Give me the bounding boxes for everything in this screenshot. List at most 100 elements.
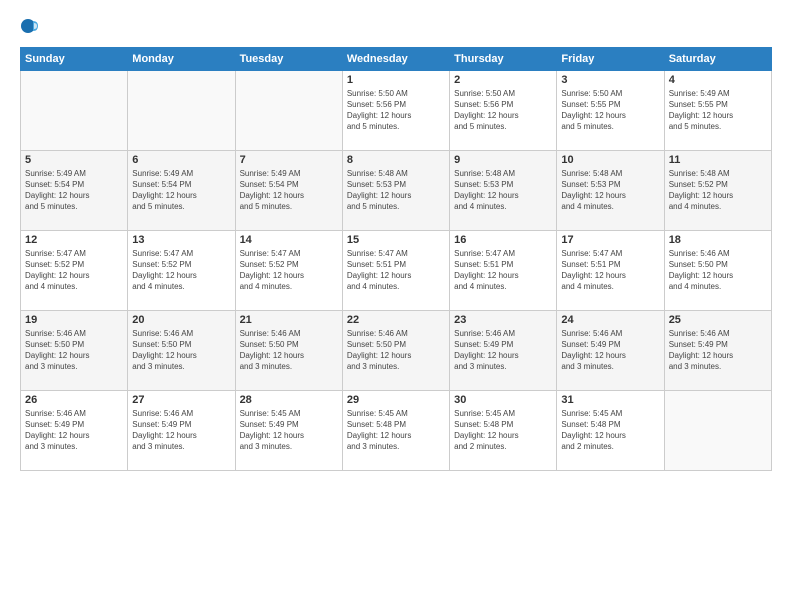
day-info: Sunrise: 5:48 AM Sunset: 5:52 PM Dayligh… (669, 168, 767, 213)
day-info: Sunrise: 5:46 AM Sunset: 5:50 PM Dayligh… (669, 248, 767, 293)
day-info: Sunrise: 5:46 AM Sunset: 5:50 PM Dayligh… (347, 328, 445, 373)
day-header-sunday: Sunday (21, 47, 128, 70)
calendar-cell: 28 Sunrise: 5:45 AM Sunset: 5:49 PM Dayli… (235, 390, 342, 470)
calendar-cell: 10 Sunrise: 5:48 AM Sunset: 5:53 PM Dayli… (557, 150, 664, 230)
calendar-cell: 29 Sunrise: 5:45 AM Sunset: 5:48 PM Dayli… (342, 390, 449, 470)
calendar-cell: 30 Sunrise: 5:45 AM Sunset: 5:48 PM Dayli… (450, 390, 557, 470)
header (20, 15, 772, 37)
day-info: Sunrise: 5:47 AM Sunset: 5:52 PM Dayligh… (25, 248, 123, 293)
day-info: Sunrise: 5:46 AM Sunset: 5:49 PM Dayligh… (25, 408, 123, 453)
calendar-cell: 4Sunrise: 5:49 AM Sunset: 5:55 PM Daylig… (664, 70, 771, 150)
day-info: Sunrise: 5:46 AM Sunset: 5:50 PM Dayligh… (25, 328, 123, 373)
calendar-cell: 5 Sunrise: 5:49 AM Sunset: 5:54 PM Daylig… (21, 150, 128, 230)
day-header-friday: Friday (557, 47, 664, 70)
day-info: Sunrise: 5:47 AM Sunset: 5:51 PM Dayligh… (347, 248, 445, 293)
calendar-cell: 12 Sunrise: 5:47 AM Sunset: 5:52 PM Dayli… (21, 230, 128, 310)
day-info: Sunrise: 5:46 AM Sunset: 5:49 PM Dayligh… (561, 328, 659, 373)
calendar-cell: 25 Sunrise: 5:46 AM Sunset: 5:49 PM Dayli… (664, 310, 771, 390)
day-info: Sunrise: 5:49 AM Sunset: 5:54 PM Dayligh… (132, 168, 230, 213)
day-number: 21 (240, 314, 338, 326)
day-info: Sunrise: 5:45 AM Sunset: 5:48 PM Dayligh… (347, 408, 445, 453)
calendar-cell: 22 Sunrise: 5:46 AM Sunset: 5:50 PM Dayli… (342, 310, 449, 390)
calendar-cell (235, 70, 342, 150)
logo-icon (20, 16, 40, 36)
day-info: Sunrise: 5:46 AM Sunset: 5:50 PM Dayligh… (132, 328, 230, 373)
calendar-cell: 9Sunrise: 5:48 AM Sunset: 5:53 PM Daylig… (450, 150, 557, 230)
day-info: Sunrise: 5:49 AM Sunset: 5:55 PM Dayligh… (669, 88, 767, 133)
calendar-cell: 20 Sunrise: 5:46 AM Sunset: 5:50 PM Dayli… (128, 310, 235, 390)
day-number: 23 (454, 314, 552, 326)
calendar-cell (21, 70, 128, 150)
week-row-4: 19 Sunrise: 5:46 AM Sunset: 5:50 PM Dayli… (21, 310, 772, 390)
day-number: 7 (240, 154, 338, 166)
day-number: 8 (347, 154, 445, 166)
calendar-cell: 16 Sunrise: 5:47 AM Sunset: 5:51 PM Dayli… (450, 230, 557, 310)
day-number: 17 (561, 234, 659, 246)
day-header-monday: Monday (128, 47, 235, 70)
calendar-cell: 15 Sunrise: 5:47 AM Sunset: 5:51 PM Dayli… (342, 230, 449, 310)
day-number: 6 (132, 154, 230, 166)
day-number: 10 (561, 154, 659, 166)
day-number: 13 (132, 234, 230, 246)
week-row-1: 1 Sunrise: 5:50 AM Sunset: 5:56 PM Daylig… (21, 70, 772, 150)
day-number: 26 (25, 394, 123, 406)
day-info: Sunrise: 5:46 AM Sunset: 5:49 PM Dayligh… (669, 328, 767, 373)
day-info: Sunrise: 5:48 AM Sunset: 5:53 PM Dayligh… (347, 168, 445, 213)
calendar-cell: 8 Sunrise: 5:48 AM Sunset: 5:53 PM Daylig… (342, 150, 449, 230)
day-info: Sunrise: 5:48 AM Sunset: 5:53 PM Dayligh… (561, 168, 659, 213)
calendar-cell: 24Sunrise: 5:46 AM Sunset: 5:49 PM Dayli… (557, 310, 664, 390)
day-number: 27 (132, 394, 230, 406)
calendar-cell: 27 Sunrise: 5:46 AM Sunset: 5:49 PM Dayli… (128, 390, 235, 470)
day-number: 22 (347, 314, 445, 326)
day-number: 20 (132, 314, 230, 326)
calendar-cell: 31 Sunrise: 5:45 AM Sunset: 5:48 PM Dayli… (557, 390, 664, 470)
day-number: 31 (561, 394, 659, 406)
day-info: Sunrise: 5:50 AM Sunset: 5:56 PM Dayligh… (454, 88, 552, 133)
calendar-cell: 23 Sunrise: 5:46 AM Sunset: 5:49 PM Dayli… (450, 310, 557, 390)
day-number: 1 (347, 74, 445, 86)
calendar-cell: 19 Sunrise: 5:46 AM Sunset: 5:50 PM Dayli… (21, 310, 128, 390)
calendar-cell (128, 70, 235, 150)
day-number: 28 (240, 394, 338, 406)
day-info: Sunrise: 5:45 AM Sunset: 5:49 PM Dayligh… (240, 408, 338, 453)
day-number: 3 (561, 74, 659, 86)
day-info: Sunrise: 5:46 AM Sunset: 5:50 PM Dayligh… (240, 328, 338, 373)
calendar-cell: 1 Sunrise: 5:50 AM Sunset: 5:56 PM Daylig… (342, 70, 449, 150)
day-info: Sunrise: 5:46 AM Sunset: 5:49 PM Dayligh… (454, 328, 552, 373)
day-number: 2 (454, 74, 552, 86)
day-number: 12 (25, 234, 123, 246)
calendar-cell (664, 390, 771, 470)
day-number: 16 (454, 234, 552, 246)
calendar-cell: 11 Sunrise: 5:48 AM Sunset: 5:52 PM Dayli… (664, 150, 771, 230)
calendar-page: SundayMondayTuesdayWednesdayThursdayFrid… (0, 0, 792, 612)
day-info: Sunrise: 5:47 AM Sunset: 5:52 PM Dayligh… (132, 248, 230, 293)
day-header-thursday: Thursday (450, 47, 557, 70)
day-number: 25 (669, 314, 767, 326)
day-number: 19 (25, 314, 123, 326)
day-info: Sunrise: 5:49 AM Sunset: 5:54 PM Dayligh… (240, 168, 338, 213)
calendar-table: SundayMondayTuesdayWednesdayThursdayFrid… (20, 47, 772, 471)
calendar-cell: 13 Sunrise: 5:47 AM Sunset: 5:52 PM Dayli… (128, 230, 235, 310)
day-info: Sunrise: 5:46 AM Sunset: 5:49 PM Dayligh… (132, 408, 230, 453)
day-info: Sunrise: 5:47 AM Sunset: 5:51 PM Dayligh… (561, 248, 659, 293)
calendar-cell: 6 Sunrise: 5:49 AM Sunset: 5:54 PM Daylig… (128, 150, 235, 230)
day-info: Sunrise: 5:49 AM Sunset: 5:54 PM Dayligh… (25, 168, 123, 213)
day-info: Sunrise: 5:50 AM Sunset: 5:56 PM Dayligh… (347, 88, 445, 133)
header-row: SundayMondayTuesdayWednesdayThursdayFrid… (21, 47, 772, 70)
day-number: 29 (347, 394, 445, 406)
day-number: 15 (347, 234, 445, 246)
day-header-tuesday: Tuesday (235, 47, 342, 70)
day-info: Sunrise: 5:47 AM Sunset: 5:51 PM Dayligh… (454, 248, 552, 293)
day-info: Sunrise: 5:45 AM Sunset: 5:48 PM Dayligh… (561, 408, 659, 453)
day-number: 30 (454, 394, 552, 406)
week-row-5: 26 Sunrise: 5:46 AM Sunset: 5:49 PM Dayli… (21, 390, 772, 470)
day-number: 11 (669, 154, 767, 166)
day-number: 18 (669, 234, 767, 246)
calendar-cell: 17 Sunrise: 5:47 AM Sunset: 5:51 PM Dayli… (557, 230, 664, 310)
week-row-2: 5 Sunrise: 5:49 AM Sunset: 5:54 PM Daylig… (21, 150, 772, 230)
day-info: Sunrise: 5:45 AM Sunset: 5:48 PM Dayligh… (454, 408, 552, 453)
calendar-cell: 14Sunrise: 5:47 AM Sunset: 5:52 PM Dayli… (235, 230, 342, 310)
day-number: 5 (25, 154, 123, 166)
day-header-saturday: Saturday (664, 47, 771, 70)
logo (20, 15, 44, 37)
